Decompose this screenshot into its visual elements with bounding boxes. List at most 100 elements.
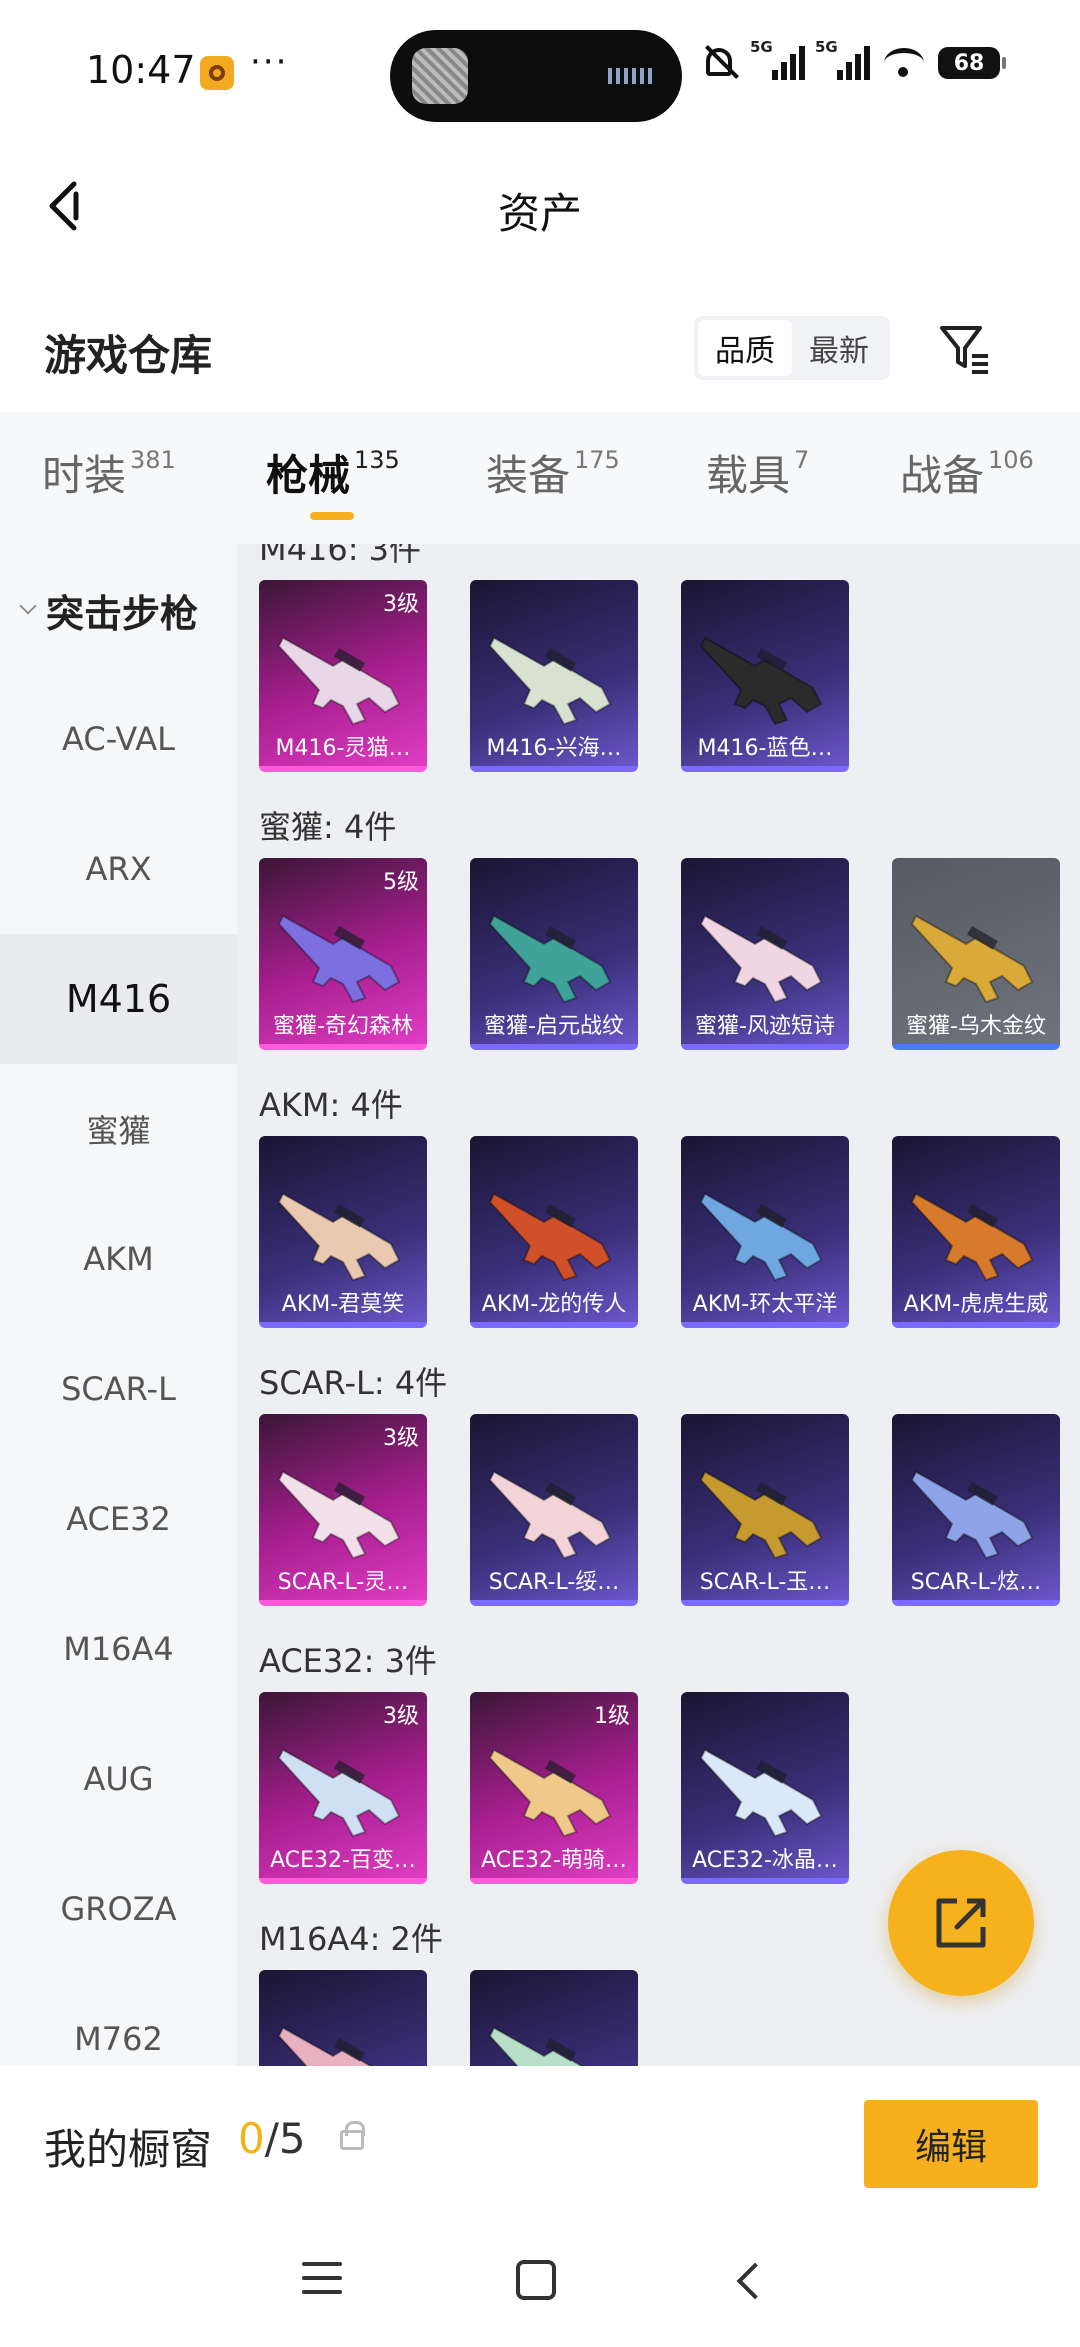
skin-name: AKM-君莫笑	[281, 1292, 405, 1317]
skin-card[interactable]: 3级 ACE32-百变…	[259, 1692, 427, 1884]
sidebar-item[interactable]: SCAR-L	[0, 1324, 237, 1454]
skin-name: AKM-环太平洋	[692, 1292, 838, 1317]
sidebar-item[interactable]: 蜜獾	[0, 1064, 237, 1194]
system-back-icon[interactable]	[736, 2262, 774, 2300]
skin-level-badge: 3级	[383, 1704, 419, 1729]
skin-card[interactable]: AKM-环太平洋	[681, 1136, 849, 1328]
skin-card[interactable]: SCAR-L-炫…	[892, 1414, 1060, 1606]
lock-icon	[340, 2121, 365, 2150]
sidebar-item[interactable]: ACE32	[0, 1454, 237, 1584]
tab-label: 载具	[706, 451, 791, 500]
wifi-icon	[884, 48, 924, 78]
home-icon[interactable]	[516, 2260, 556, 2300]
rifle-icon	[488, 636, 612, 726]
tab-count: 7	[794, 446, 810, 474]
skin-card[interactable]: 3级 SCAR-L-灵…	[259, 1414, 427, 1606]
skin-card[interactable]: 3级 M416-灵猫…	[259, 580, 427, 772]
sort-toggle: 品质 最新	[694, 316, 890, 380]
share-button[interactable]	[888, 1850, 1034, 1996]
skin-level-badge: 3级	[383, 1426, 419, 1451]
skin-card[interactable]: 蜜獾-启元战纹	[470, 858, 638, 1050]
group-label: AKM: 4件	[259, 1086, 403, 1124]
skin-card[interactable]	[259, 1970, 427, 2066]
tab-fashion[interactable]: 时装 381	[42, 442, 176, 503]
edit-button[interactable]: 编辑	[864, 2100, 1038, 2188]
system-nav-bar	[0, 2226, 1080, 2347]
skin-card[interactable]: ACE32-冰晶…	[681, 1692, 849, 1884]
group-label: SCAR-L: 4件	[259, 1364, 448, 1402]
rifle-icon	[699, 636, 823, 726]
status-time: 10:47	[86, 48, 196, 92]
sidebar-item[interactable]: ARX	[0, 804, 237, 934]
sidebar-item[interactable]: AKM	[0, 1194, 237, 1324]
skin-name: 蜜獾-风迹短诗	[695, 1014, 835, 1039]
rifle-icon	[699, 1748, 823, 1838]
rifle-icon	[488, 2026, 584, 2066]
app-notification-icon	[200, 56, 234, 90]
skin-name: ACE32-百变…	[270, 1848, 416, 1873]
rifle-icon	[699, 1470, 823, 1560]
rifle-icon	[910, 1470, 1034, 1560]
tab-count: 381	[130, 446, 176, 474]
skin-name: 蜜獾-奇幻森林	[273, 1014, 413, 1039]
signal-icon: 5G	[750, 38, 805, 80]
rifle-icon	[488, 914, 612, 1004]
rifle-icon	[910, 1192, 1034, 1282]
tab-equipment[interactable]: 装备 175	[486, 442, 620, 503]
skin-card[interactable]: M416-兴海…	[470, 580, 638, 772]
tab-guns[interactable]: 枪械 135	[266, 442, 400, 503]
rifle-icon	[488, 1470, 612, 1560]
skin-level-badge: 3级	[383, 592, 419, 617]
tab-count: 106	[988, 446, 1034, 474]
tab-vehicles[interactable]: 载具 7	[706, 442, 809, 503]
tab-label: 战备	[900, 451, 985, 500]
group-label: 蜜獾: 4件	[259, 808, 397, 846]
group-label: M16A4: 2件	[259, 1920, 443, 1958]
skin-name: ACE32-萌骑…	[481, 1848, 627, 1873]
network-label: 5G	[750, 38, 773, 56]
skin-card[interactable]: SCAR-L-玉…	[681, 1414, 849, 1606]
rifle-icon	[277, 1192, 401, 1282]
skin-level-badge: 1级	[594, 1704, 630, 1729]
skin-card[interactable]: M416-蓝色…	[681, 580, 849, 772]
tab-label: 时装	[42, 451, 127, 500]
sidebar-item-active[interactable]: M416	[0, 934, 237, 1064]
filter-icon[interactable]	[938, 322, 992, 378]
tab-supplies[interactable]: 战备 106	[900, 442, 1034, 503]
skin-card[interactable]: AKM-虎虎生威	[892, 1136, 1060, 1328]
recent-apps-icon[interactable]	[302, 2262, 342, 2298]
signal-icon-2: 5G	[815, 38, 870, 80]
group-label: M416: 3件	[259, 544, 422, 568]
sidebar-item[interactable]: M762	[0, 1974, 237, 2066]
dynamic-island	[390, 30, 682, 122]
media-thumbnail	[412, 48, 468, 104]
status-bar: 10:47 ··· 5G 5G 68	[0, 0, 1080, 140]
skin-card[interactable]: 5级 蜜獾-奇幻森林	[259, 858, 427, 1050]
skin-card[interactable]: 蜜獾-风迹短诗	[681, 858, 849, 1050]
category-tabs: 时装 381 枪械 135 装备 175 载具 7 战备 106	[0, 412, 1080, 544]
sidebar-item[interactable]: AUG	[0, 1714, 237, 1844]
showcase-count: 0/5	[238, 2114, 306, 2163]
sidebar-item[interactable]: M16A4	[0, 1584, 237, 1714]
skin-name: ACE32-冰晶…	[692, 1848, 838, 1873]
sort-latest-button[interactable]: 最新	[792, 320, 886, 376]
skin-card[interactable]: 蜜獾-乌木金纹	[892, 858, 1060, 1050]
sidebar-item[interactable]: GROZA	[0, 1844, 237, 1974]
network-label-2: 5G	[815, 38, 838, 56]
skin-card[interactable]: SCAR-L-绥…	[470, 1414, 638, 1606]
rifle-icon	[277, 2026, 373, 2066]
skin-card[interactable]: AKM-龙的传人	[470, 1136, 638, 1328]
skin-grid: M416: 3件 3级 M416-灵猫… M416-兴海… M416-蓝色… 蜜獾: 4件…	[237, 544, 1080, 2066]
skin-card[interactable]	[470, 1970, 638, 2066]
sidebar-item[interactable]: AC-VAL	[0, 674, 237, 804]
chevron-down-icon	[19, 597, 37, 615]
sidebar-group-assault-rifles[interactable]: 突击步枪	[0, 580, 237, 640]
skin-name: SCAR-L-炫…	[910, 1570, 1042, 1595]
rifle-icon	[277, 1470, 401, 1560]
skin-name: AKM-龙的传人	[481, 1292, 627, 1317]
skin-card[interactable]: 1级 ACE32-萌骑…	[470, 1692, 638, 1884]
warehouse-title: 游戏仓库	[44, 331, 213, 380]
skin-name: M416-兴海…	[486, 736, 622, 761]
skin-card[interactable]: AKM-君莫笑	[259, 1136, 427, 1328]
sort-quality-button[interactable]: 品质	[698, 320, 792, 376]
